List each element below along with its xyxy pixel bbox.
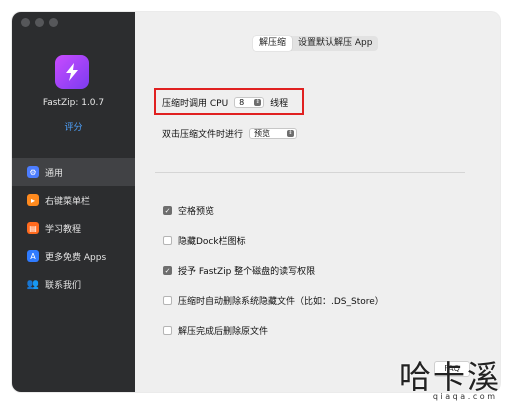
dblclick-action-value: 预览	[254, 129, 271, 138]
stepper-arrows-icon: ⇕	[287, 130, 295, 137]
sidebar-item-tutorial[interactable]: ▤ 学习教程	[12, 214, 135, 242]
option-label: 压缩时自动删除系统隐藏文件（比如：.DS_Store）	[178, 297, 384, 307]
sidebar-item-label: 通用	[45, 168, 64, 179]
dblclick-row: 双击压缩文件时进行 预览 ⇕	[162, 127, 298, 140]
option-label: 解压完成后删除原文件	[178, 327, 269, 337]
app-window: FastZip: 1.0.7 评分 ⚙ 通用 ▸ 右键菜单栏 ▤ 学习教程 A …	[12, 12, 500, 392]
sidebar-item-label: 联系我们	[45, 280, 82, 291]
dblclick-action-select[interactable]: 预览 ⇕	[249, 128, 298, 139]
option-label: 隐藏Dock栏图标	[178, 237, 246, 247]
checkbox-icon[interactable]	[163, 296, 172, 305]
sidebar-item-label: 右键菜单栏	[45, 196, 91, 207]
checkbox-icon[interactable]	[163, 236, 172, 245]
option-delete-hidden-files[interactable]: 压缩时自动删除系统隐藏文件（比如：.DS_Store）	[163, 294, 384, 307]
cpu-label: 压缩时调用 CPU	[162, 99, 229, 109]
checkbox-icon[interactable]	[163, 326, 172, 335]
zoom-window-button[interactable]	[49, 18, 58, 27]
contacts-icon: 👥	[26, 278, 40, 290]
option-hide-dock[interactable]: 隐藏Dock栏图标	[163, 234, 246, 247]
dblclick-label: 双击压缩文件时进行	[162, 130, 244, 140]
sidebar-nav: ⚙ 通用 ▸ 右键菜单栏 ▤ 学习教程 A 更多免费 Apps 👥 联系我们	[12, 158, 135, 298]
app-store-icon: A	[27, 250, 39, 262]
sidebar-item-label: 学习教程	[45, 224, 82, 235]
book-icon: ▤	[27, 222, 39, 234]
gear-icon: ⚙	[27, 166, 39, 178]
option-space-preview[interactable]: ✓ 空格预览	[163, 204, 214, 217]
close-window-button[interactable]	[21, 18, 30, 27]
tab-decompress[interactable]: 解压缩	[253, 36, 293, 51]
window-controls	[21, 18, 58, 27]
sidebar-item-contact[interactable]: 👥 联系我们	[12, 270, 135, 298]
checkbox-checked-icon[interactable]: ✓	[163, 266, 172, 275]
tab-bar: 解压缩 设置默认解压 App	[253, 36, 379, 51]
cpu-suffix: 线程	[270, 99, 289, 109]
main-panel: 解压缩 设置默认解压 App 压缩时调用 CPU 8 ⇕ 线程 双击压缩文件时进…	[135, 12, 500, 392]
watermark: 哈卡溪 q i a q a . c o m	[325, 352, 505, 404]
option-label: 授予 FastZip 整个磁盘的读写权限	[178, 267, 316, 277]
cpu-thread-select[interactable]: 8 ⇕	[234, 97, 265, 108]
sidebar-item-more-apps[interactable]: A 更多免费 Apps	[12, 242, 135, 270]
option-delete-source[interactable]: 解压完成后删除原文件	[163, 324, 268, 337]
watermark-url: q i a q a . c o m	[432, 392, 495, 401]
sidebar: FastZip: 1.0.7 评分 ⚙ 通用 ▸ 右键菜单栏 ▤ 学习教程 A …	[12, 12, 135, 392]
stepper-arrows-icon: ⇕	[254, 99, 262, 106]
rating-link[interactable]: 评分	[12, 120, 135, 133]
sidebar-item-label: 更多免费 Apps	[45, 252, 107, 263]
menu-icon: ▸	[27, 194, 39, 206]
minimize-window-button[interactable]	[35, 18, 44, 27]
fastzip-logo-icon	[55, 55, 89, 89]
sidebar-item-general[interactable]: ⚙ 通用	[12, 158, 135, 186]
app-version: FastZip: 1.0.7	[42, 98, 105, 108]
divider	[155, 172, 465, 173]
cpu-thread-row: 压缩时调用 CPU 8 ⇕ 线程	[162, 96, 288, 109]
cpu-thread-value: 8	[239, 98, 245, 107]
option-label: 空格预览	[178, 207, 215, 217]
tab-default-app[interactable]: 设置默认解压 App	[292, 36, 378, 51]
option-disk-access[interactable]: ✓ 授予 FastZip 整个磁盘的读写权限	[163, 264, 315, 277]
checkbox-checked-icon[interactable]: ✓	[163, 206, 172, 215]
sidebar-item-context-menu[interactable]: ▸ 右键菜单栏	[12, 186, 135, 214]
